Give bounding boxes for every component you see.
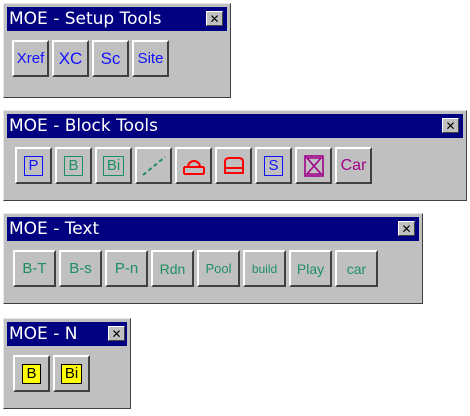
toolbar-title: MOE - N [9,324,78,344]
toolbar-title: MOE - Text [9,219,100,239]
n-toolbar: MOE - N ✕ B Bi [3,318,131,409]
title-bar[interactable]: MOE - Setup Tools ✕ [7,7,227,31]
p-button[interactable]: P [15,147,52,184]
button-label: Site [137,50,164,67]
button-label: B-s [69,260,92,277]
chair-icon [182,159,205,175]
b-s-button[interactable]: B-s [59,250,102,287]
play-button[interactable]: Play [289,250,332,287]
car-text-button[interactable]: car [335,250,378,287]
hourglass-icon [303,154,324,177]
chair-button[interactable] [175,147,212,184]
toolbar-title: MOE - Setup Tools [9,9,162,29]
text-toolbar: MOE - Text ✕ B-T B-s P-n Rdn Pool build … [3,213,423,304]
button-label: build [251,261,278,276]
button-label: Play [296,260,325,277]
button-label: Bi [102,155,125,176]
pool-button[interactable]: Pool [197,250,240,287]
close-icon[interactable]: ✕ [206,11,223,26]
s-button[interactable]: S [255,147,292,184]
rdn-button[interactable]: Rdn [151,250,194,287]
button-label: Pool [205,261,232,276]
setup-tools-toolbar: MOE - Setup Tools ✕ Xref XC Sc Site [3,3,231,98]
button-label: S [264,155,283,176]
dashed-line-button[interactable] [135,147,172,184]
button-label: Xref [16,50,45,67]
b-yellow-button[interactable]: B [13,355,50,392]
xc-button[interactable]: XC [52,40,89,77]
button-label: XC [58,48,83,68]
button-label: B [64,155,83,176]
title-bar[interactable]: MOE - Text ✕ [7,217,419,241]
p-n-button[interactable]: P-n [105,250,148,287]
title-bar[interactable]: MOE - N ✕ [7,322,127,346]
site-button[interactable]: Site [132,40,169,77]
close-icon[interactable]: ✕ [398,221,415,236]
seat-icon [223,156,244,174]
toolbar-title: MOE - Block Tools [9,116,158,136]
seat-button[interactable] [215,147,252,184]
car-button[interactable]: Car [335,147,372,184]
button-label: Bi [60,363,83,384]
b-t-button[interactable]: B-T [13,250,56,287]
button-label: B [22,363,41,384]
button-label: Car [340,156,367,174]
close-icon[interactable]: ✕ [108,326,125,341]
bi-button[interactable]: Bi [95,147,132,184]
bi-yellow-button[interactable]: Bi [53,355,90,392]
dashed-line-icon [141,155,166,176]
close-icon[interactable]: ✕ [442,118,459,133]
button-label: B-T [22,260,47,277]
button-label: car [346,260,367,277]
b-button[interactable]: B [55,147,92,184]
button-label: Sc [100,48,121,68]
build-button[interactable]: build [243,250,286,287]
xref-button[interactable]: Xref [12,40,49,77]
button-label: Rdn [159,260,186,277]
title-bar[interactable]: MOE - Block Tools ✕ [7,114,463,138]
button-label: P [24,155,43,176]
block-tools-toolbar: MOE - Block Tools ✕ P B Bi S Car [3,110,467,201]
button-label: P-n [114,260,139,277]
hourglass-button[interactable] [295,147,332,184]
sc-button[interactable]: Sc [92,40,129,77]
